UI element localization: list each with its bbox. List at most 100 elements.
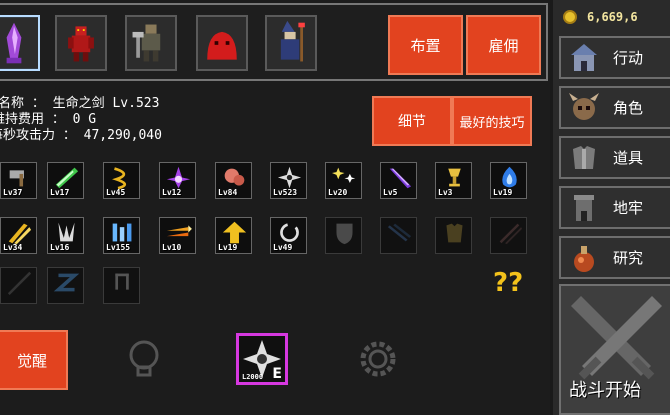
skill-level: Lv37 xyxy=(3,188,23,197)
special-slot-grade: E xyxy=(272,366,282,382)
skill-slot[interactable] xyxy=(103,267,140,304)
skill-slot[interactable]: Lv20 xyxy=(325,162,362,199)
music-note-icon xyxy=(115,273,129,290)
special-slot-level: L2000 xyxy=(242,373,264,381)
menu-items[interactable]: 道具 xyxy=(559,136,670,179)
wizard-unit-icon[interactable] xyxy=(265,15,317,71)
battle-start-label: 战斗开始 xyxy=(569,380,641,401)
menu-dungeon-label: 地牢 xyxy=(613,199,644,217)
crystal-unit-icon[interactable] xyxy=(0,15,40,71)
skill-slot[interactable]: Lv19 xyxy=(490,162,527,199)
stars-icon xyxy=(332,167,356,183)
shuriken-icon xyxy=(277,166,302,189)
goblet-icon xyxy=(448,168,461,187)
battle-start-button[interactable]: 战斗开始 xyxy=(559,284,670,415)
unit-name-line: 名称 ： 生命之剑 Lv.523 xyxy=(0,96,160,111)
skill-level: Lv5 xyxy=(383,188,398,197)
silver-wing-icon xyxy=(58,222,75,242)
flesh-icon xyxy=(224,168,245,186)
shield-icon xyxy=(336,223,353,245)
red-demon-unit-icon[interactable] xyxy=(55,15,107,71)
skill-level: Lv12 xyxy=(162,188,182,197)
skill-slot[interactable] xyxy=(47,267,84,304)
special-skill-slot[interactable]: L2000 E xyxy=(236,333,288,385)
blue-z-icon xyxy=(53,273,80,292)
skill-slot[interactable]: Lv3 xyxy=(435,162,472,199)
skill-slot[interactable]: Lv84 xyxy=(215,162,252,199)
skill-slot[interactable] xyxy=(490,217,527,254)
unit-info: 名称 ： 生命之剑 Lv.523 维持费用 ： 0 G 每秒攻击力 ： 47,2… xyxy=(0,96,162,144)
gold-amount: 6,669,6 xyxy=(587,10,638,24)
red-slash-icon xyxy=(499,223,522,245)
armor-icon xyxy=(573,145,595,169)
skill-level: Lv17 xyxy=(50,188,70,197)
armor-icon xyxy=(446,223,463,243)
skill-slot[interactable] xyxy=(0,267,37,304)
menu-action-label: 行动 xyxy=(613,49,644,67)
red-slime-unit-icon[interactable] xyxy=(196,15,248,71)
skill-slot[interactable]: Lv37 xyxy=(0,162,37,199)
skill-level: Lv84 xyxy=(218,188,238,197)
menu-dungeon[interactable]: 地牢 xyxy=(559,186,670,229)
hammer-icon xyxy=(9,170,24,187)
lightbulb-slot-icon[interactable] xyxy=(118,333,170,385)
blue-flame-icon xyxy=(502,166,517,188)
skill-slot[interactable]: Lv12 xyxy=(159,162,196,199)
skill-slot[interactable]: Lv10 xyxy=(159,217,196,254)
awaken-button[interactable]: 觉醒 xyxy=(0,330,68,390)
orc-warrior-unit-icon[interactable] xyxy=(125,15,177,71)
menu-character[interactable]: 角色 xyxy=(559,86,670,129)
purple-blade-icon xyxy=(389,168,412,189)
potion-icon xyxy=(574,245,594,272)
skill-slot[interactable] xyxy=(325,217,362,254)
skill-level: Lv523 xyxy=(273,188,298,197)
golden-claw-icon xyxy=(8,223,32,245)
skill-slot[interactable]: Lv45 xyxy=(103,162,140,199)
skill-level: Lv45 xyxy=(106,188,126,197)
skill-level: Lv20 xyxy=(328,188,348,197)
skill-slot[interactable]: Lv49 xyxy=(270,217,307,254)
gear-slot-icon[interactable] xyxy=(352,333,404,385)
menu-research-label: 研究 xyxy=(613,249,644,267)
menu-research[interactable]: 研究 xyxy=(559,236,670,279)
skill-slot[interactable]: Lv34 xyxy=(0,217,37,254)
menu-character-label: 角色 xyxy=(613,99,644,117)
menu-items-label: 道具 xyxy=(613,149,644,167)
hire-button[interactable]: 雇佣 xyxy=(466,15,541,75)
skill-level: Lv16 xyxy=(50,243,70,252)
best-skill-button[interactable]: 最好的技巧 xyxy=(452,96,532,146)
demon-skull-icon xyxy=(569,92,599,120)
purple-burst-icon xyxy=(166,166,191,189)
green-blade-icon xyxy=(55,167,79,189)
skill-level: Lv19 xyxy=(493,188,513,197)
blue-rune-icon xyxy=(112,223,132,242)
menu-action[interactable]: 行动 xyxy=(559,36,670,79)
skill-level: Lv155 xyxy=(106,243,131,252)
place-button[interactable]: 布置 xyxy=(388,15,463,75)
skill-slot[interactable]: Lv523 xyxy=(270,162,307,199)
up-arrow-icon xyxy=(222,221,247,244)
blue-streaks-icon xyxy=(387,223,412,242)
unit-bar: 布置 雇佣 xyxy=(0,3,548,81)
skill-level: Lv3 xyxy=(438,188,453,197)
skill-slot[interactable] xyxy=(380,217,417,254)
ring-icon xyxy=(280,223,299,242)
castle-icon xyxy=(571,43,597,71)
skill-slot[interactable]: Lv19 xyxy=(215,217,252,254)
gold-display: 6,669,6 xyxy=(563,6,638,28)
skill-level: Lv10 xyxy=(162,243,182,252)
hint-icon[interactable]: ?? xyxy=(493,268,523,298)
golden-twist-icon xyxy=(112,167,127,190)
detail-button[interactable]: 细节 xyxy=(372,96,452,146)
skill-level: Lv19 xyxy=(218,243,238,252)
skill-slot[interactable]: Lv17 xyxy=(47,162,84,199)
skill-level: Lv34 xyxy=(3,243,23,252)
gold-coin-icon xyxy=(563,10,577,24)
fire-arrows-icon xyxy=(166,225,192,237)
skill-slot[interactable] xyxy=(435,217,472,254)
spear-icon xyxy=(7,271,32,295)
dungeon-tower-icon xyxy=(574,194,594,221)
skill-slot[interactable]: Lv155 xyxy=(103,217,140,254)
skill-slot[interactable]: Lv5 xyxy=(380,162,417,199)
skill-slot[interactable]: Lv16 xyxy=(47,217,84,254)
